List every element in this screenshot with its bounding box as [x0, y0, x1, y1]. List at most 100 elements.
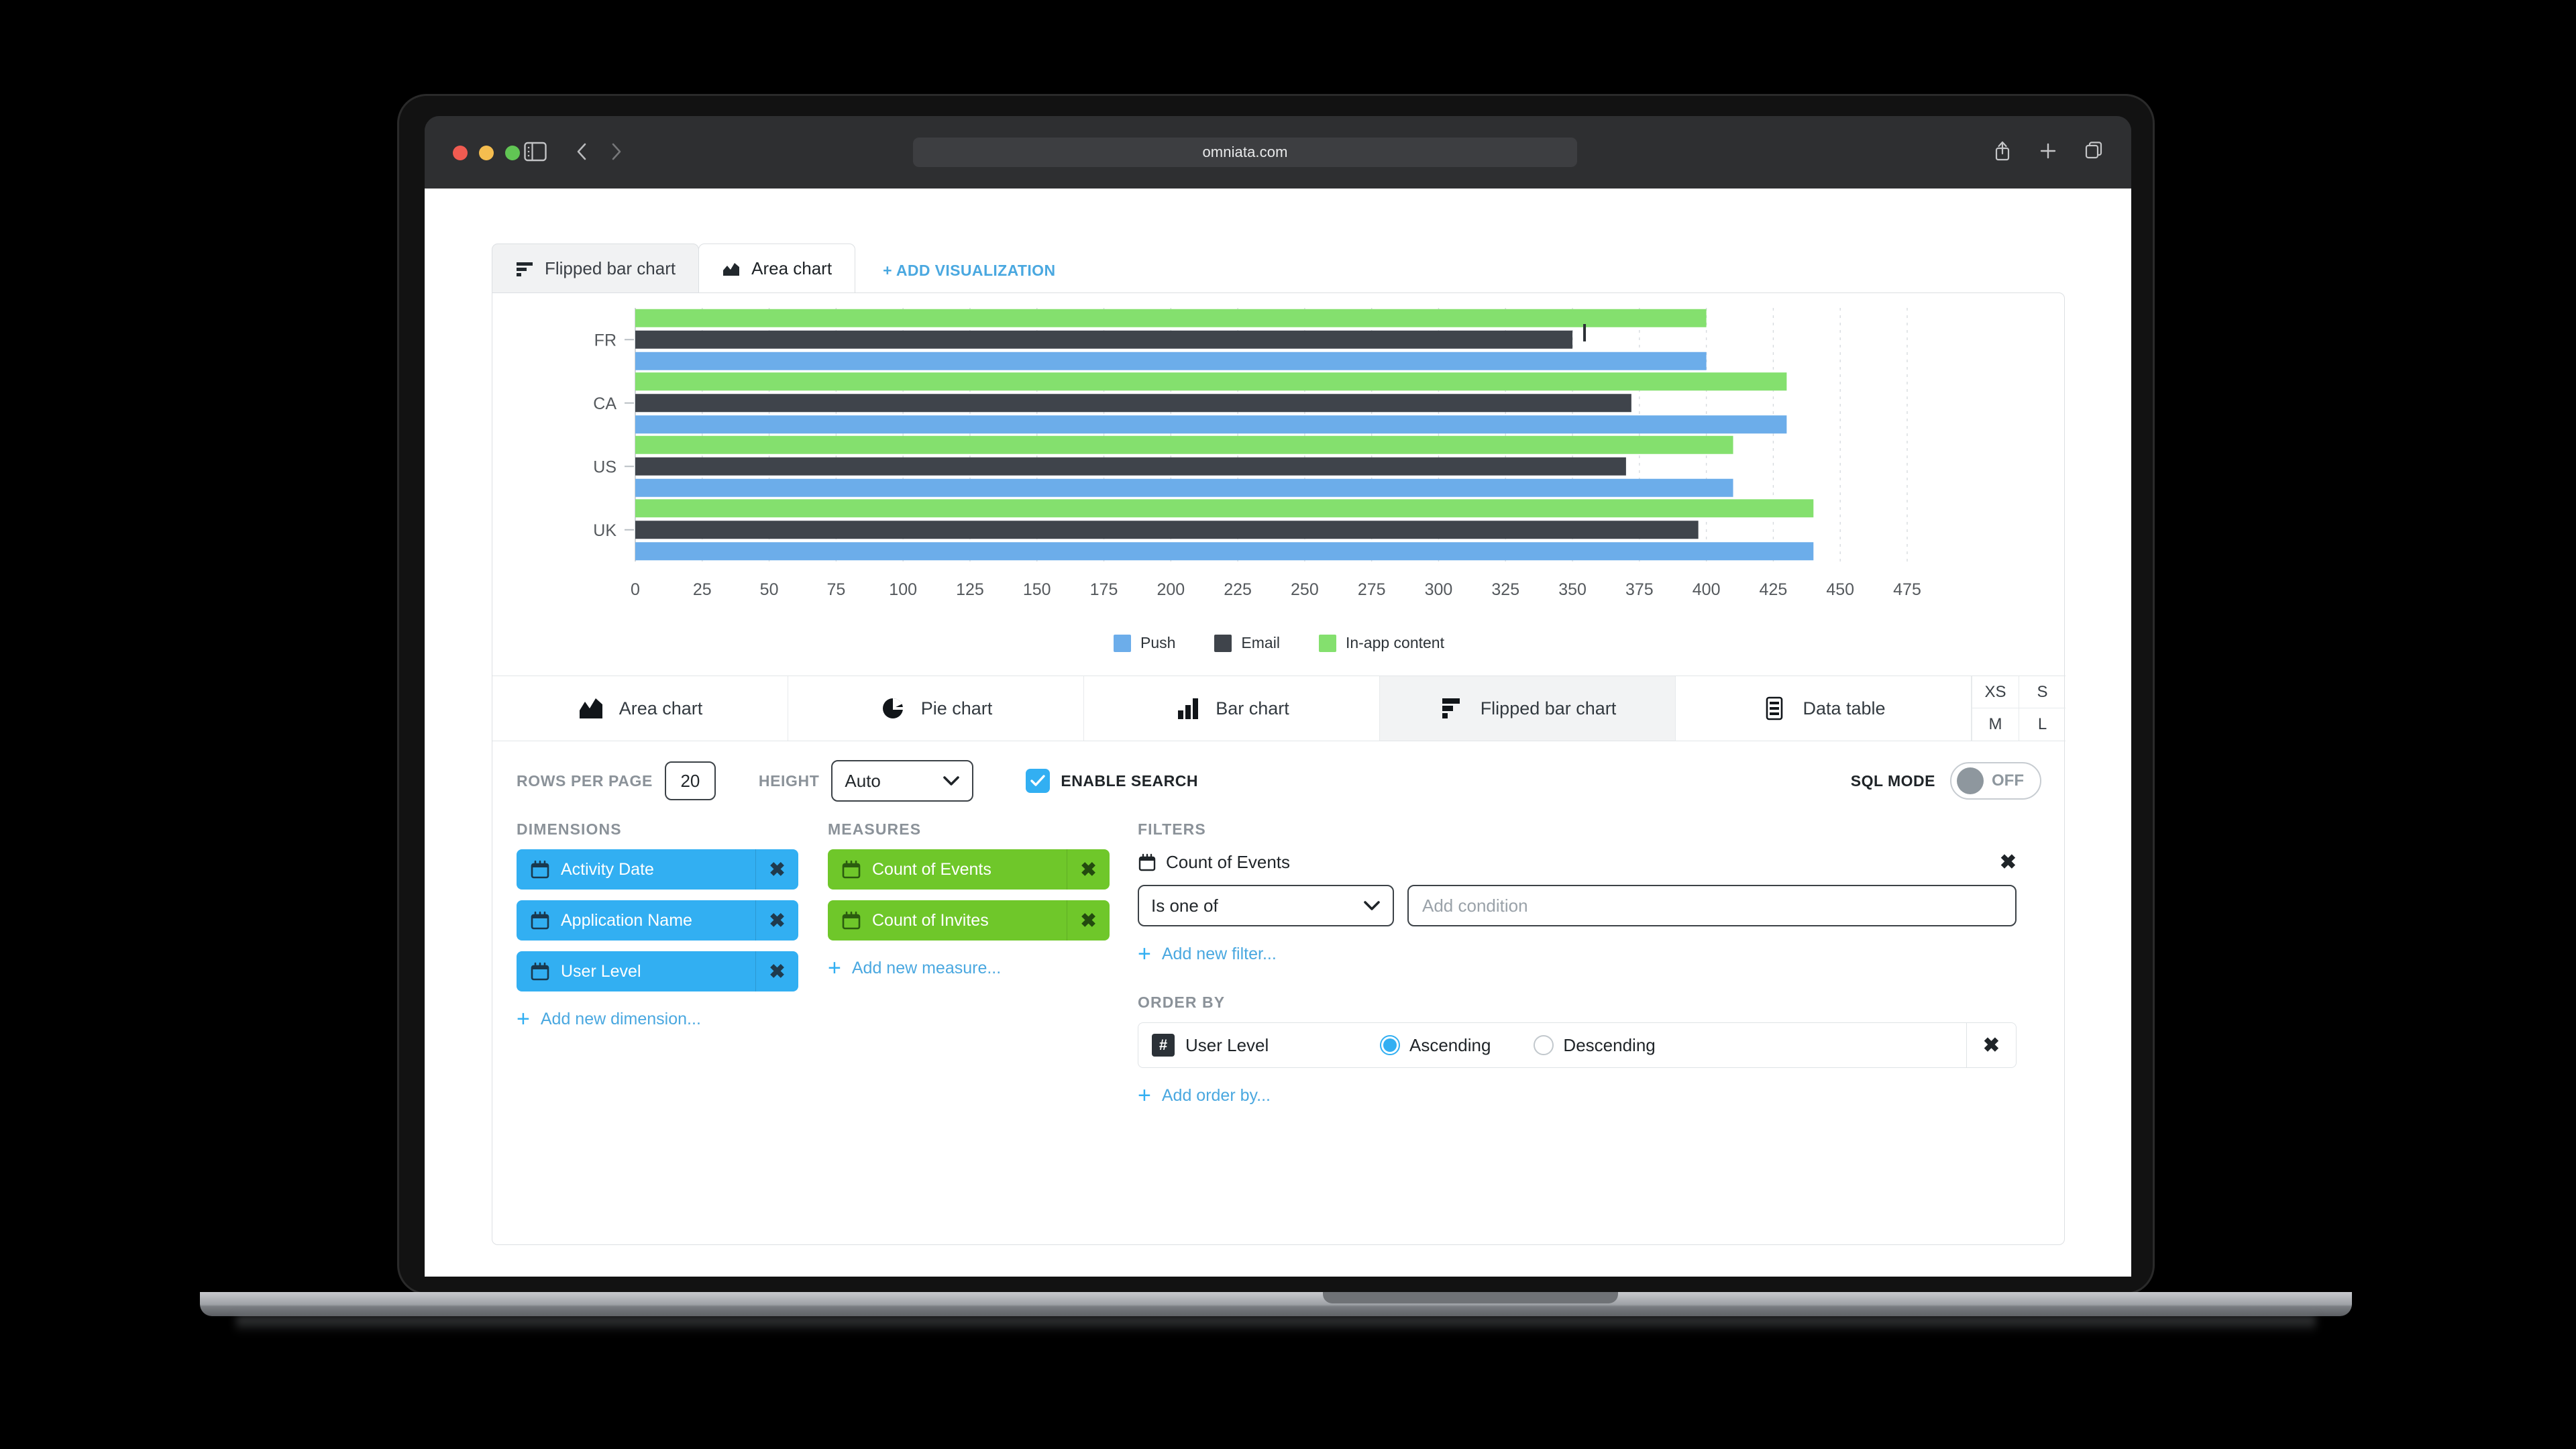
flipped-bar-chart-icon	[1442, 698, 1460, 718]
query-builder: DIMENSIONS Activity Date ✖ Application N…	[492, 820, 2065, 1236]
radio-selected-icon	[1380, 1035, 1400, 1055]
add-order-by-button[interactable]: + Add order by...	[1138, 1084, 2017, 1107]
chart-type-pie-chart[interactable]: Pie chart	[788, 676, 1084, 741]
dimension-pill-activity-date[interactable]: Activity Date ✖	[517, 849, 798, 890]
chart-category-label: US	[593, 458, 616, 476]
size-selector: XS S M L	[1972, 676, 2065, 741]
calendar-icon	[531, 962, 549, 981]
rows-per-page-input[interactable]: 20	[664, 761, 716, 800]
sidebar-toggle-icon[interactable]	[524, 142, 547, 162]
plus-icon: +	[1138, 941, 1151, 967]
chart-type-label: Flipped bar chart	[1480, 698, 1617, 718]
area-chart-icon	[579, 698, 602, 718]
chart-x-tick-label: 75	[826, 580, 845, 599]
viz-tab-flipped-bar-chart[interactable]: Flipped bar chart	[492, 244, 700, 293]
laptop-base-notch	[1323, 1292, 1618, 1303]
radio-unselected-icon	[1534, 1035, 1554, 1055]
add-new-dimension-button[interactable]: + Add new dimension...	[517, 1008, 798, 1030]
order-by-descending-option[interactable]: Descending	[1534, 1034, 1656, 1056]
chart-type-label: Pie chart	[920, 698, 993, 718]
legend-label-email: Email	[1241, 634, 1280, 651]
pie-chart-icon	[882, 698, 903, 718]
chart-type-selector: Area chart Pie chart Bar chart Flipped b…	[492, 676, 2065, 741]
size-option-m[interactable]: M	[1972, 708, 2019, 741]
nav-forward-icon[interactable]	[607, 142, 625, 162]
area-chart-icon	[723, 262, 740, 276]
legend-label-in-app-content: In-app content	[1345, 634, 1444, 651]
filter-condition-input[interactable]: Add condition	[1407, 885, 2017, 926]
plus-icon: +	[517, 1006, 530, 1032]
minimize-window-button[interactable]	[479, 146, 494, 160]
options-row: ROWS PER PAGE 20 HEIGHT Auto ENABLE SEAR…	[492, 741, 2065, 820]
address-bar-url: omniata.com	[1202, 144, 1288, 160]
measure-pill-count-of-events[interactable]: Count of Events ✖	[828, 849, 1110, 890]
add-new-filter-label: Add new filter...	[1161, 944, 1277, 963]
chart-type-data-table[interactable]: Data table	[1676, 676, 1972, 741]
close-window-button[interactable]	[453, 146, 468, 160]
chart-x-tick-label: 300	[1425, 580, 1453, 599]
laptop-lid: omniata.com Flipped bar chart Area chart…	[397, 94, 2155, 1295]
chart-category-label: FR	[594, 331, 616, 350]
legend-item-push: Push	[1113, 634, 1175, 652]
viz-tab-area-chart[interactable]: Area chart	[698, 244, 856, 293]
chart-type-area-chart[interactable]: Area chart	[492, 676, 788, 741]
size-option-xs[interactable]: XS	[1972, 676, 2019, 708]
add-new-filter-button[interactable]: + Add new filter...	[1138, 943, 2017, 965]
chart-type-flipped-bar-chart[interactable]: Flipped bar chart	[1380, 676, 1676, 741]
legend-swatch-push	[1113, 634, 1131, 652]
chart-category-label: UK	[593, 521, 616, 540]
chart-x-tick-label: 400	[1693, 580, 1721, 599]
plus-icon: +	[1138, 1083, 1151, 1108]
order-by-descending-label: Descending	[1563, 1034, 1656, 1055]
calendar-icon	[531, 911, 549, 930]
remove-dimension-button[interactable]: ✖	[755, 900, 798, 941]
tab-overview-icon[interactable]	[2084, 140, 2103, 162]
chart-x-tick-label: 0	[631, 580, 640, 599]
calendar-icon	[531, 860, 549, 879]
remove-measure-button[interactable]: ✖	[1067, 849, 1110, 890]
dimension-pill-application-name[interactable]: Application Name ✖	[517, 900, 798, 941]
laptop-base-shadow	[236, 1316, 2316, 1332]
remove-dimension-button[interactable]: ✖	[755, 951, 798, 991]
add-new-measure-button[interactable]: + Add new measure...	[828, 957, 1110, 979]
address-bar[interactable]: omniata.com	[913, 138, 1577, 167]
rows-per-page-label: ROWS PER PAGE	[517, 771, 653, 790]
measures-column: MEASURES Count of Events ✖ Count of Invi…	[828, 820, 1110, 979]
size-option-l[interactable]: L	[2019, 708, 2065, 741]
remove-measure-button[interactable]: ✖	[1067, 900, 1110, 941]
dimensions-title: DIMENSIONS	[517, 820, 622, 838]
sql-mode-state: OFF	[1992, 771, 2024, 790]
measure-label: Count of Invites	[872, 910, 989, 930]
height-label: HEIGHT	[758, 771, 820, 790]
measure-pill-count-of-invites[interactable]: Count of Invites ✖	[828, 900, 1110, 941]
order-by-row: # User Level Ascending Descending ✖	[1138, 1022, 2017, 1068]
calendar-icon	[1138, 853, 1156, 871]
share-icon[interactable]	[1993, 140, 2012, 162]
dimension-pill-user-level[interactable]: User Level ✖	[517, 951, 798, 991]
order-by-ascending-option[interactable]: Ascending	[1380, 1035, 1491, 1056]
dimension-label: User Level	[561, 961, 641, 981]
remove-order-by-button[interactable]: ✖	[1966, 1023, 2016, 1067]
remove-filter-button[interactable]: ✖	[2000, 851, 2017, 874]
legend-item-in-app-content: In-app content	[1318, 634, 1444, 652]
legend-item-email: Email	[1214, 634, 1280, 652]
visualization-tabs: Flipped bar chart Area chart + ADD VISUA…	[492, 244, 1055, 293]
chart-type-label: Area chart	[619, 698, 703, 718]
enable-search-checkbox[interactable]: ENABLE SEARCH	[1026, 769, 1198, 793]
flipped-bar-chart-icon	[517, 262, 533, 276]
add-visualization-button[interactable]: + ADD VISUALIZATION	[883, 262, 1055, 280]
plus-icon[interactable]	[2039, 140, 2057, 162]
filter-operator-value: Is one of	[1151, 895, 1218, 916]
maximize-window-button[interactable]	[505, 146, 520, 160]
sql-mode-toggle[interactable]: OFF	[1950, 762, 2041, 800]
nav-back-icon[interactable]	[574, 142, 591, 162]
measures-title: MEASURES	[828, 820, 922, 838]
filter-operator-select[interactable]: Is one of	[1138, 885, 1394, 926]
size-option-s[interactable]: S	[2019, 676, 2065, 708]
laptop-mockup: omniata.com Flipped bar chart Area chart…	[200, 94, 2352, 1332]
order-by-field: User Level	[1185, 1034, 1269, 1055]
chrome-right-actions	[1993, 140, 2103, 162]
remove-dimension-button[interactable]: ✖	[755, 849, 798, 890]
height-select[interactable]: Auto	[831, 760, 974, 802]
chart-type-bar-chart[interactable]: Bar chart	[1084, 676, 1380, 741]
